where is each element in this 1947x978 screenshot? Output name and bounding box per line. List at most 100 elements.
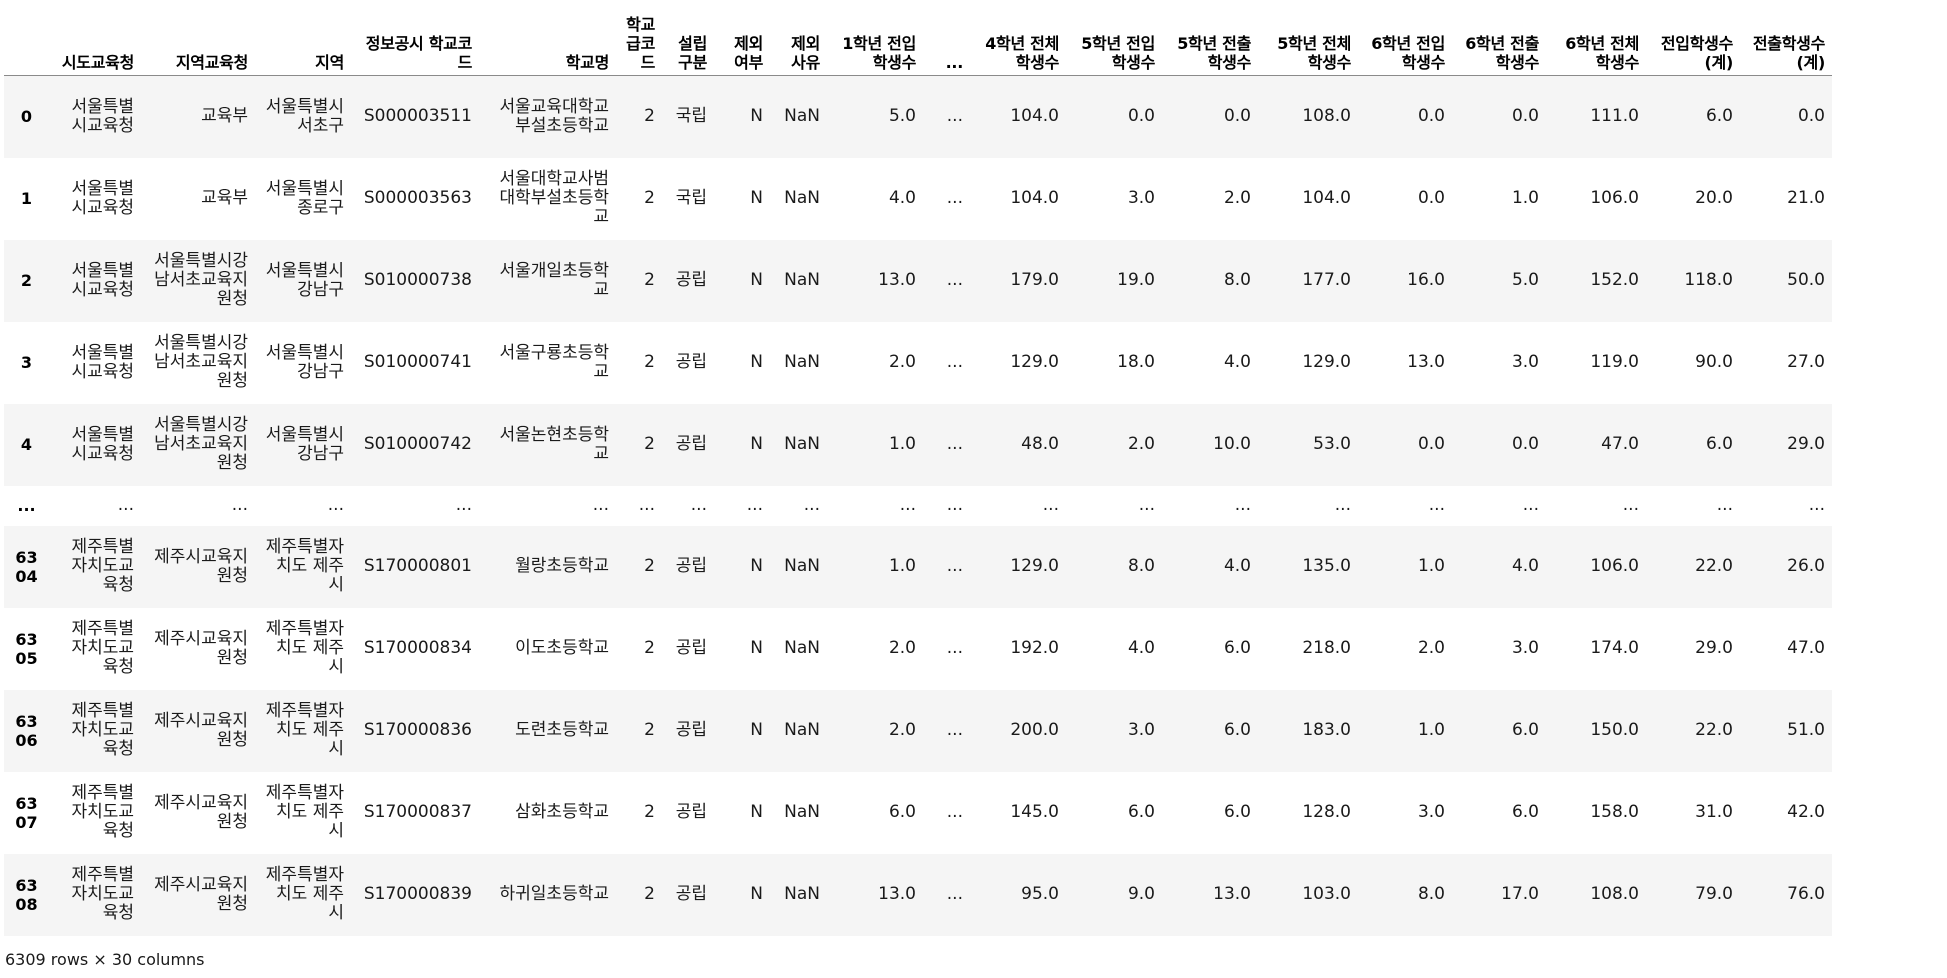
- dataframe-output: 시도교육청 지역교육청 지역 정보공시 학교코드 학교명 학교급코드 설립구분 제외여부 제외사…: [0, 0, 1947, 978]
- table-cell: 서울특별시 강남구: [265, 342, 344, 382]
- column-header: 설립구분: [662, 0, 714, 76]
- table-cell: 서울특별시강남서초교육지원청: [154, 251, 248, 309]
- table-cell: ...: [1622, 495, 1639, 515]
- table-cell: 128.0: [1302, 802, 1351, 822]
- table-cell: S170000837: [363, 802, 472, 822]
- table-cell: 129.0: [1302, 352, 1351, 372]
- table-cell: 서울구룡초등학교: [499, 342, 609, 382]
- table-cell: 서울특별시강남서초교육지원청: [154, 415, 248, 473]
- table-cell: 90.0: [1695, 352, 1733, 372]
- table-cell: N: [750, 556, 763, 576]
- table-cell: 0.0: [1223, 106, 1251, 127]
- table-cell: 교육부: [201, 106, 248, 127]
- table-cell: 2.0: [888, 352, 916, 372]
- table-cell: 104.0: [1302, 188, 1351, 208]
- table-cell: 서울교육대학교부설초등학교: [499, 96, 609, 136]
- table-cell: 1.0: [1511, 188, 1539, 208]
- table-cell: 26.0: [1787, 556, 1825, 576]
- table-cell: 공립: [675, 270, 707, 290]
- table-cell: 9.0: [1127, 884, 1155, 904]
- table-cell: 29.0: [1787, 434, 1825, 454]
- table-row: 6307 제주특별자치도교육청 제주시교육지원청 제주특별자치도 제주시 S170000…: [4, 771, 1832, 854]
- column-header: 학교급코드: [616, 0, 662, 76]
- table-cell: 3.0: [1127, 188, 1155, 208]
- table-cell: ...: [1234, 495, 1251, 515]
- table-cell: 0.0: [1797, 106, 1825, 127]
- table-cell: 31.0: [1695, 802, 1733, 822]
- table-cell: 6.0: [1705, 106, 1733, 127]
- table-cell: ...: [946, 884, 963, 904]
- table-cell: 104.0: [1010, 188, 1059, 208]
- table-cell: 179.0: [1010, 270, 1059, 290]
- table-cell: ...: [946, 106, 963, 127]
- table-cell: 6.0: [1511, 802, 1539, 822]
- table-cell: 5.0: [888, 106, 916, 127]
- column-header: 6학년 전체 학생수: [1546, 0, 1646, 76]
- table-cell: 22.0: [1695, 720, 1733, 740]
- table-cell: 서울특별시교육청: [71, 96, 134, 136]
- table-cell: 제주특별자치도 제주시: [265, 619, 344, 677]
- table-cell: 129.0: [1010, 352, 1059, 372]
- table-cell: 2: [644, 434, 655, 454]
- table-cell: 20.0: [1695, 188, 1733, 208]
- table-cell: ...: [1716, 495, 1733, 515]
- table-cell: 218.0: [1302, 638, 1351, 658]
- table-cell: 29.0: [1695, 638, 1733, 658]
- table-cell: 0.0: [1511, 106, 1539, 127]
- row-index: 0: [20, 107, 33, 127]
- table-cell: N: [750, 106, 763, 127]
- column-header: 5학년 전출학생수: [1162, 0, 1258, 76]
- table-cell: 13.0: [1407, 352, 1445, 372]
- table-cell: 2: [644, 188, 655, 208]
- row-index: 6305: [15, 629, 38, 668]
- table-cell: S010000741: [363, 352, 472, 372]
- table-cell: 6.0: [1223, 802, 1251, 822]
- table-cell: 제주시교육지원청: [154, 792, 248, 832]
- table-cell: 95.0: [1021, 884, 1059, 904]
- table-cell: 6.0: [888, 802, 916, 822]
- table-cell: S010000738: [363, 270, 472, 290]
- table-cell: 서울특별시강남서초교육지원청: [154, 333, 248, 391]
- table-cell: 2: [644, 884, 655, 904]
- table-cell: ...: [946, 434, 963, 454]
- table-cell: 27.0: [1787, 352, 1825, 372]
- table-cell: 135.0: [1302, 556, 1351, 576]
- table-row: 4 서울특별시교육청 서울특별시강남서초교육지원청 서울특별시 강남구 S0100007…: [4, 403, 1832, 486]
- table-cell: 2: [644, 556, 655, 576]
- column-header: 전입학생수(계): [1646, 0, 1740, 76]
- column-header: 지역교육청: [141, 0, 255, 76]
- column-header: 6학년 전출학생수: [1452, 0, 1546, 76]
- table-cell: 152.0: [1590, 270, 1639, 290]
- table-cell: N: [750, 638, 763, 658]
- table-cell: ...: [946, 188, 963, 208]
- table-cell: 19.0: [1117, 270, 1155, 290]
- table-cell: ...: [899, 495, 916, 515]
- table-cell: 하귀일초등학교: [499, 884, 609, 904]
- column-header: 5학년 전입학생수: [1066, 0, 1162, 76]
- column-header: 지역: [255, 0, 351, 76]
- table-cell: 200.0: [1010, 720, 1059, 740]
- table-cell: 3.0: [1511, 638, 1539, 658]
- table-cell: 51.0: [1787, 720, 1825, 740]
- table-cell: 2.0: [1417, 638, 1445, 658]
- table-cell: 2: [644, 638, 655, 658]
- table-cell: 4.0: [1223, 556, 1251, 576]
- table-row: 6306 제주특별자치도교육청 제주시교육지원청 제주특별자치도 제주시 S170000…: [4, 689, 1832, 772]
- table-cell: 공립: [675, 884, 707, 904]
- table-cell: 제주특별자치도교육청: [71, 701, 134, 759]
- table-cell: 제주시교육지원청: [154, 628, 248, 668]
- table-cell: ...: [327, 495, 344, 515]
- row-index: 6306: [15, 711, 38, 750]
- table-cell: 2: [644, 106, 655, 127]
- table-cell: 서울개일초등학교: [499, 260, 609, 300]
- index-header: [4, 0, 49, 76]
- header-row: 시도교육청 지역교육청 지역 정보공시 학교코드 학교명 학교급코드 설립구분 제외여부 제외사…: [4, 0, 1832, 76]
- table-row: 0 서울특별시교육청 교육부 서울특별시 서초구 S000003511 서울교육대학교부설…: [4, 75, 1832, 158]
- table-cell: ...: [946, 720, 963, 740]
- table-cell: 158.0: [1590, 802, 1639, 822]
- table-cell: 183.0: [1302, 720, 1351, 740]
- table-cell: ...: [592, 495, 609, 515]
- table-cell: N: [750, 270, 763, 290]
- table-row: 3 서울특별시교육청 서울특별시강남서초교육지원청 서울특별시 강남구 S0100007…: [4, 321, 1832, 404]
- table-cell: NaN: [784, 434, 820, 454]
